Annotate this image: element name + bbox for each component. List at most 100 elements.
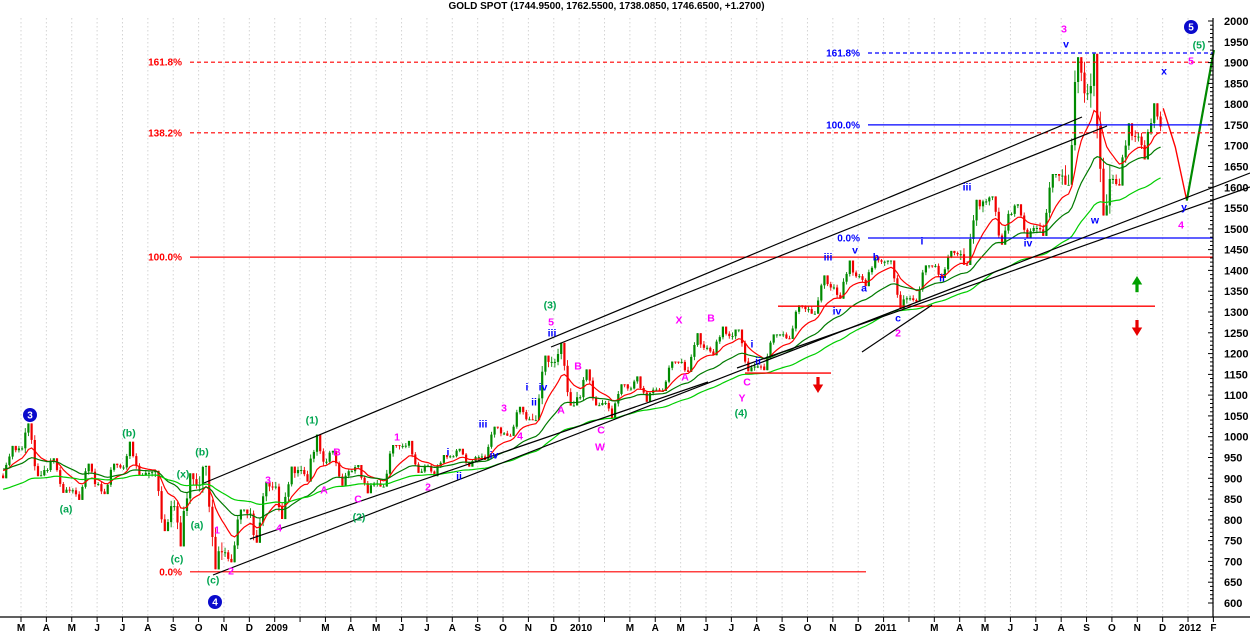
y-axis-label: 850: [1224, 494, 1242, 506]
candle-body: [405, 446, 407, 447]
candle-body: [1090, 86, 1092, 93]
candle-body: [557, 354, 559, 362]
price-chart: 161.8%138.2%100.0%0.0%161.8%100.0%0.0%60…: [0, 0, 1250, 636]
candle-body: [589, 369, 591, 380]
candle-body: [573, 406, 575, 407]
candle-body: [107, 485, 109, 494]
y-axis-label: 1650: [1224, 162, 1248, 174]
y-axis-label: 750: [1224, 536, 1242, 548]
candle-body: [443, 455, 445, 463]
wave-label: (c): [207, 575, 220, 587]
candle-body: [221, 551, 223, 552]
candle-body: [56, 458, 58, 470]
candle-body: [456, 451, 458, 457]
candle-body: [303, 470, 305, 474]
x-axis-label: J: [120, 623, 126, 634]
candle-body: [808, 309, 810, 310]
candle-body: [1033, 228, 1035, 231]
candle-body: [700, 333, 702, 344]
candle-body: [747, 362, 749, 372]
candle-body: [703, 344, 705, 347]
y-axis-label: 1300: [1224, 307, 1248, 319]
wave-label: a: [861, 283, 867, 295]
candle-body: [560, 343, 562, 354]
wave-label: iii: [824, 252, 833, 264]
candle-body: [503, 433, 505, 434]
candle-body: [513, 427, 515, 436]
candle-body: [966, 265, 968, 266]
fib-level-label: 161.8%: [148, 58, 182, 69]
candle-body: [785, 334, 787, 338]
candle-body: [570, 392, 572, 406]
candle-body: [72, 490, 74, 491]
candle-body: [709, 348, 711, 352]
candle-body: [46, 470, 48, 471]
candle-body: [214, 537, 216, 569]
candle-body: [281, 507, 283, 519]
candle-body: [319, 435, 321, 452]
candle-body: [490, 435, 492, 447]
candle-body: [836, 288, 838, 295]
candle-body: [383, 487, 385, 488]
candle-body: [998, 212, 1000, 236]
candle-body: [310, 459, 312, 482]
x-axis-label: O: [1108, 623, 1116, 634]
candle-body: [297, 470, 299, 473]
wave-label: (a): [60, 504, 73, 516]
candle-body: [620, 384, 622, 394]
wave-label: 1: [214, 525, 220, 537]
y-axis-label: 1950: [1224, 37, 1248, 49]
candle-body: [655, 390, 657, 391]
wave-label: i: [921, 236, 924, 248]
x-axis-label: A: [347, 623, 354, 634]
x-axis-label: M: [17, 623, 25, 634]
wave-label: (c): [171, 554, 184, 566]
wave-label: A: [320, 485, 328, 497]
x-axis-label: 2012: [1179, 623, 1202, 634]
candle-body: [398, 445, 400, 446]
wave-label: (a): [191, 520, 204, 532]
candle-body: [509, 436, 511, 437]
candle-body: [1080, 57, 1082, 72]
candle-body: [846, 274, 848, 282]
candle-body: [1125, 146, 1127, 158]
candle-body: [69, 490, 71, 491]
candle-body: [601, 403, 603, 405]
candle-body: [912, 298, 914, 300]
candle-body: [2, 476, 4, 479]
candle-body: [1023, 216, 1025, 230]
candle-body: [313, 452, 315, 459]
candle-body: [497, 427, 499, 428]
candle-body: [896, 278, 898, 295]
candle-body: [579, 397, 581, 398]
candle-body: [684, 362, 686, 370]
x-axis-label: D: [1159, 623, 1166, 634]
candle-body: [329, 453, 331, 462]
y-axis-label: 1900: [1224, 58, 1248, 70]
candle-body: [272, 487, 274, 488]
candle-body: [1156, 103, 1158, 116]
candle-body: [887, 261, 889, 262]
candle-body: [535, 420, 537, 421]
wave-label: ii: [755, 356, 761, 368]
candle-body: [1102, 169, 1104, 216]
candle-body: [1128, 123, 1130, 145]
candle-body: [1083, 73, 1085, 94]
candle-body: [100, 484, 102, 491]
candle-body: [1112, 179, 1114, 180]
y-axis-label: 700: [1224, 556, 1242, 568]
wave-circle-label: 5: [1188, 23, 1194, 34]
candle-body: [741, 330, 743, 344]
candle-body: [795, 312, 797, 329]
x-axis-label: J: [424, 623, 430, 634]
candle-body: [452, 456, 454, 457]
candle-body: [287, 484, 289, 497]
candle-body: [1077, 57, 1079, 82]
candle-body: [246, 510, 248, 514]
candle-body: [988, 198, 990, 202]
candle-body: [395, 445, 397, 446]
x-axis-label: 2010: [570, 623, 593, 634]
candle-body: [88, 464, 90, 472]
x-axis-label: D: [855, 623, 862, 634]
candle-body: [462, 449, 464, 455]
